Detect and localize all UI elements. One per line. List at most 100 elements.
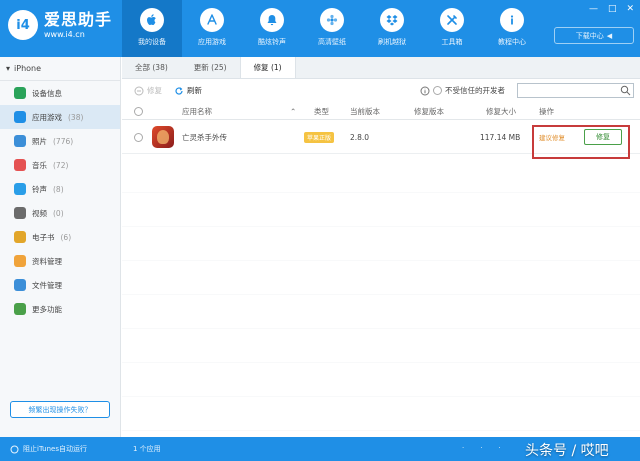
select-all-checkbox[interactable] bbox=[134, 106, 143, 116]
search-icon bbox=[620, 85, 631, 96]
repair-size: 117.14 MB bbox=[480, 132, 521, 142]
download-center-button[interactable]: 下载中心 ◀ bbox=[554, 27, 634, 44]
sidebar-item-count: (72) bbox=[53, 160, 69, 170]
sidebar-item[interactable]: 设备信息 bbox=[0, 81, 120, 105]
table-header: 应用名称 ⌃ 类型 当前版本 修复版本 修复大小 操作 bbox=[122, 102, 640, 120]
repair-icon bbox=[134, 86, 144, 95]
more-icon bbox=[14, 303, 26, 315]
watermark: 头条号 / 哎吧 bbox=[525, 443, 609, 459]
minimize-button[interactable]: — bbox=[589, 4, 598, 14]
apps-icon bbox=[14, 111, 26, 123]
nav-tutorials[interactable]: 教程中心 bbox=[482, 0, 542, 57]
book-icon bbox=[14, 231, 26, 243]
status-bar: 阻止iTunes自动运行 1 个应用 · · · 头条号 / 哎吧 bbox=[0, 437, 640, 461]
header-repair-size[interactable]: 修复大小 bbox=[486, 102, 516, 120]
flower-icon bbox=[320, 8, 344, 32]
nav-flash-jailbreak[interactable]: 刷机越狱 bbox=[362, 0, 422, 57]
sidebar-item-count: (0) bbox=[53, 208, 64, 218]
nav-my-device[interactable]: 我的设备 bbox=[122, 0, 182, 57]
photo-icon bbox=[14, 135, 26, 147]
folder-icon bbox=[14, 279, 26, 291]
sidebar-item[interactable]: 文件管理 bbox=[0, 273, 120, 297]
untrusted-developer-filter[interactable]: 不受信任的开发者 bbox=[420, 85, 505, 96]
sidebar-item[interactable]: 视频 (0) bbox=[0, 201, 120, 225]
sidebar-item[interactable]: 资料管理 bbox=[0, 249, 120, 273]
arrow-left-icon: ◀ bbox=[606, 31, 613, 40]
logo-name: 爱思助手 bbox=[44, 9, 113, 29]
highlight-box bbox=[532, 125, 630, 159]
sidebar-item[interactable]: 照片 (776) bbox=[0, 129, 120, 153]
main-panel: 全部 (38) 更新 (25) 修复 (1) 修复 刷新 不受信任的开发者 应用… bbox=[122, 57, 640, 437]
table-empty-area bbox=[122, 159, 640, 437]
dot-icon: · bbox=[462, 444, 465, 452]
sidebar-item[interactable]: 更多功能 bbox=[0, 297, 120, 321]
tab-updates[interactable]: 更新 (25) bbox=[181, 57, 240, 78]
app-store-icon bbox=[200, 8, 224, 32]
header-type[interactable]: 类型 bbox=[314, 102, 329, 120]
refresh-button[interactable]: 刷新 bbox=[174, 85, 202, 96]
app-count: 1 个应用 bbox=[133, 445, 161, 453]
contacts-icon bbox=[14, 255, 26, 267]
sidebar-item[interactable]: 电子书 (6) bbox=[0, 225, 120, 249]
sidebar-item[interactable]: 音乐 (72) bbox=[0, 153, 120, 177]
nav-wallpapers[interactable]: 高清壁纸 bbox=[302, 0, 362, 57]
type-badge: 苹果正版 bbox=[304, 131, 335, 143]
top-bar: i4 爱思助手 www.i4.cn 我的设备 应用游戏 酷炫铃声 高清壁纸 刷机… bbox=[0, 0, 640, 57]
tools-icon bbox=[440, 8, 464, 32]
header-app-name[interactable]: 应用名称 bbox=[182, 102, 212, 120]
apple-icon bbox=[140, 8, 164, 32]
window-controls: — □ ✕ bbox=[589, 4, 634, 14]
refresh-icon bbox=[175, 86, 183, 95]
nav-apps-games[interactable]: 应用游戏 bbox=[182, 0, 242, 57]
tab-all[interactable]: 全部 (38) bbox=[122, 57, 181, 78]
sidebar-item-count: (8) bbox=[53, 184, 64, 194]
header-current-version[interactable]: 当前版本 bbox=[350, 102, 380, 120]
repair-all-button[interactable]: 修复 bbox=[134, 85, 162, 96]
nav-toolbox[interactable]: 工具箱 bbox=[422, 0, 482, 57]
search-input[interactable] bbox=[517, 83, 634, 98]
tab-repair[interactable]: 修复 (1) bbox=[239, 57, 296, 78]
dot-icon: · bbox=[480, 444, 483, 452]
logo: i4 爱思助手 www.i4.cn bbox=[8, 10, 112, 40]
circle-icon bbox=[10, 445, 19, 453]
sidebar-item-label: 视频 bbox=[32, 208, 47, 218]
tab-bar: 全部 (38) 更新 (25) 修复 (1) bbox=[122, 57, 640, 79]
main-nav: 我的设备 应用游戏 酷炫铃声 高清壁纸 刷机越狱 工具箱 教程中心 bbox=[122, 0, 542, 57]
info-icon bbox=[14, 87, 26, 99]
header-operation: 操作 bbox=[539, 106, 554, 116]
dropbox-icon bbox=[380, 8, 404, 32]
sidebar-item-count: (38) bbox=[68, 112, 84, 122]
music-icon bbox=[14, 159, 26, 171]
itunes-autorun-toggle[interactable]: 阻止iTunes自动运行 bbox=[10, 444, 87, 454]
download-center-label: 下载中心 bbox=[575, 31, 604, 40]
current-version: 2.8.0 bbox=[350, 132, 370, 142]
triangle-down-icon: ▾ bbox=[6, 64, 11, 73]
sidebar-item-count: (776) bbox=[53, 136, 74, 146]
untrusted-developer-checkbox[interactable] bbox=[433, 86, 442, 95]
video-icon bbox=[14, 207, 26, 219]
app-name: 亡灵杀手外传 bbox=[182, 132, 227, 142]
row-checkbox[interactable] bbox=[134, 132, 143, 142]
sort-icon[interactable]: ⌃ bbox=[290, 102, 296, 120]
sidebar-item[interactable]: 应用游戏 (38) bbox=[0, 105, 120, 129]
info-icon bbox=[500, 8, 524, 32]
sidebar-item-label: 应用游戏 bbox=[32, 112, 62, 122]
sidebar-item-count: (6) bbox=[60, 232, 72, 242]
help-button[interactable]: 频繁出现操作失败？ bbox=[10, 401, 110, 418]
maximize-button[interactable]: □ bbox=[608, 4, 617, 14]
sidebar-item-label: 设备信息 bbox=[32, 88, 62, 98]
sidebar-item-label: 照片 bbox=[32, 136, 47, 146]
sidebar-item-label: 音乐 bbox=[32, 160, 47, 170]
nav-ringtones[interactable]: 酷炫铃声 bbox=[242, 0, 302, 57]
status-icons: · · · bbox=[462, 444, 501, 452]
close-button[interactable]: ✕ bbox=[626, 4, 634, 14]
sidebar: ▾ iPhone 设备信息 应用游戏 (38) 照片 (776) 音乐 (72) 铃声 (8) 视… bbox=[0, 57, 121, 437]
sidebar-item-label: 更多功能 bbox=[32, 304, 62, 314]
logo-badge: i4 bbox=[8, 10, 38, 40]
sidebar-item[interactable]: 铃声 (8) bbox=[0, 177, 120, 201]
device-selector[interactable]: ▾ iPhone bbox=[0, 57, 120, 81]
info-circle-icon bbox=[420, 86, 430, 95]
header-repair-version[interactable]: 修复版本 bbox=[414, 102, 444, 120]
sidebar-item-label: 电子书 bbox=[32, 232, 55, 242]
sidebar-item-label: 资料管理 bbox=[32, 256, 62, 266]
